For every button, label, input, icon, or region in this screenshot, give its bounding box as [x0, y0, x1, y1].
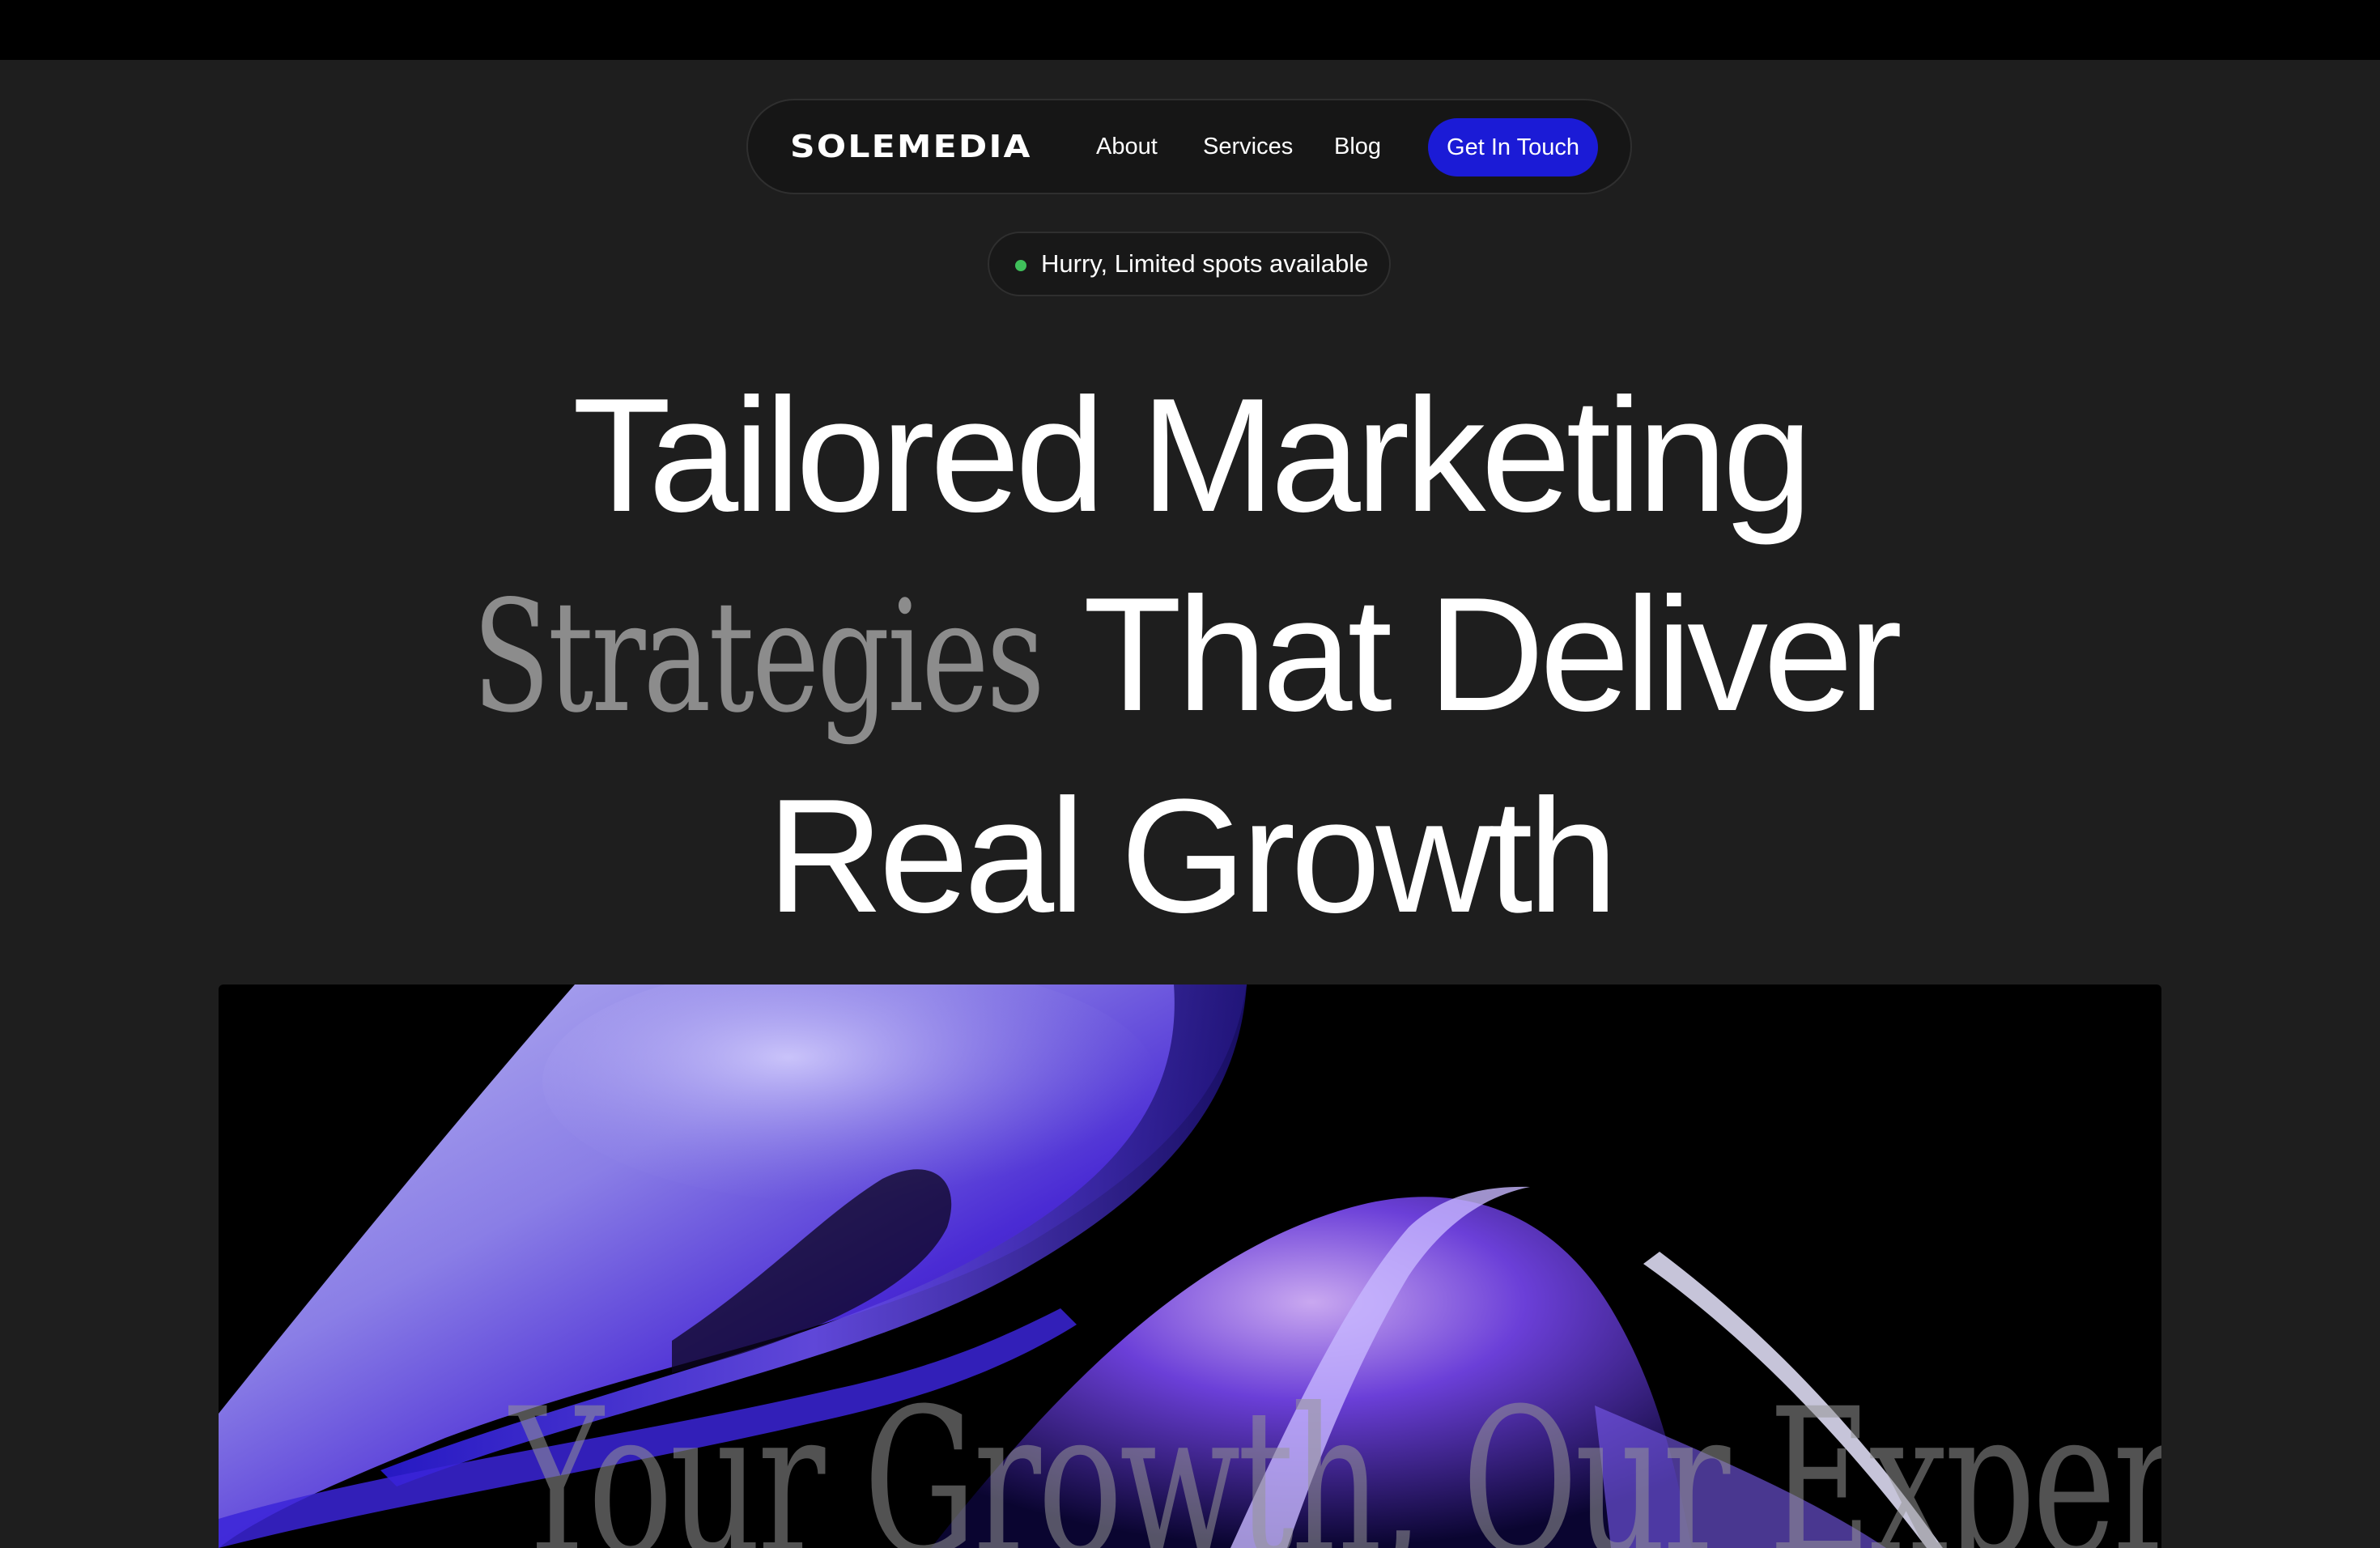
headline-serif-word: Strategies	[472, 568, 1045, 746]
hero-headline: Tailored Marketing Strategies That Delive…	[0, 356, 2380, 956]
browser-top-bar	[0, 0, 2380, 60]
hero-caption: Your Growth, Our Expertise	[510, 1365, 2161, 1548]
nav-link-blog[interactable]: Blog	[1334, 100, 1381, 193]
headline-line-1: Tailored Marketing	[572, 365, 1813, 546]
get-in-touch-button[interactable]: Get In Touch	[1428, 118, 1598, 176]
logo[interactable]: SOLEMEDIA	[790, 100, 1032, 193]
navbar: SOLEMEDIA About Services Blog Get In Tou…	[746, 99, 1632, 194]
status-dot-icon	[1015, 260, 1026, 271]
nav-link-services[interactable]: Services	[1203, 100, 1293, 193]
availability-badge: Hurry, Limited spots available	[988, 232, 1391, 296]
headline-line-2-rest: That Deliver	[1082, 564, 1902, 745]
badge-text: Hurry, Limited spots available	[1041, 249, 1369, 278]
headline-line-3: Real Growth	[767, 766, 1618, 946]
headline-line-2: Strategies That Deliver	[0, 555, 2380, 757]
hero-image: Your Growth, Our Expertise	[219, 985, 2161, 1548]
nav-link-about[interactable]: About	[1096, 100, 1158, 193]
